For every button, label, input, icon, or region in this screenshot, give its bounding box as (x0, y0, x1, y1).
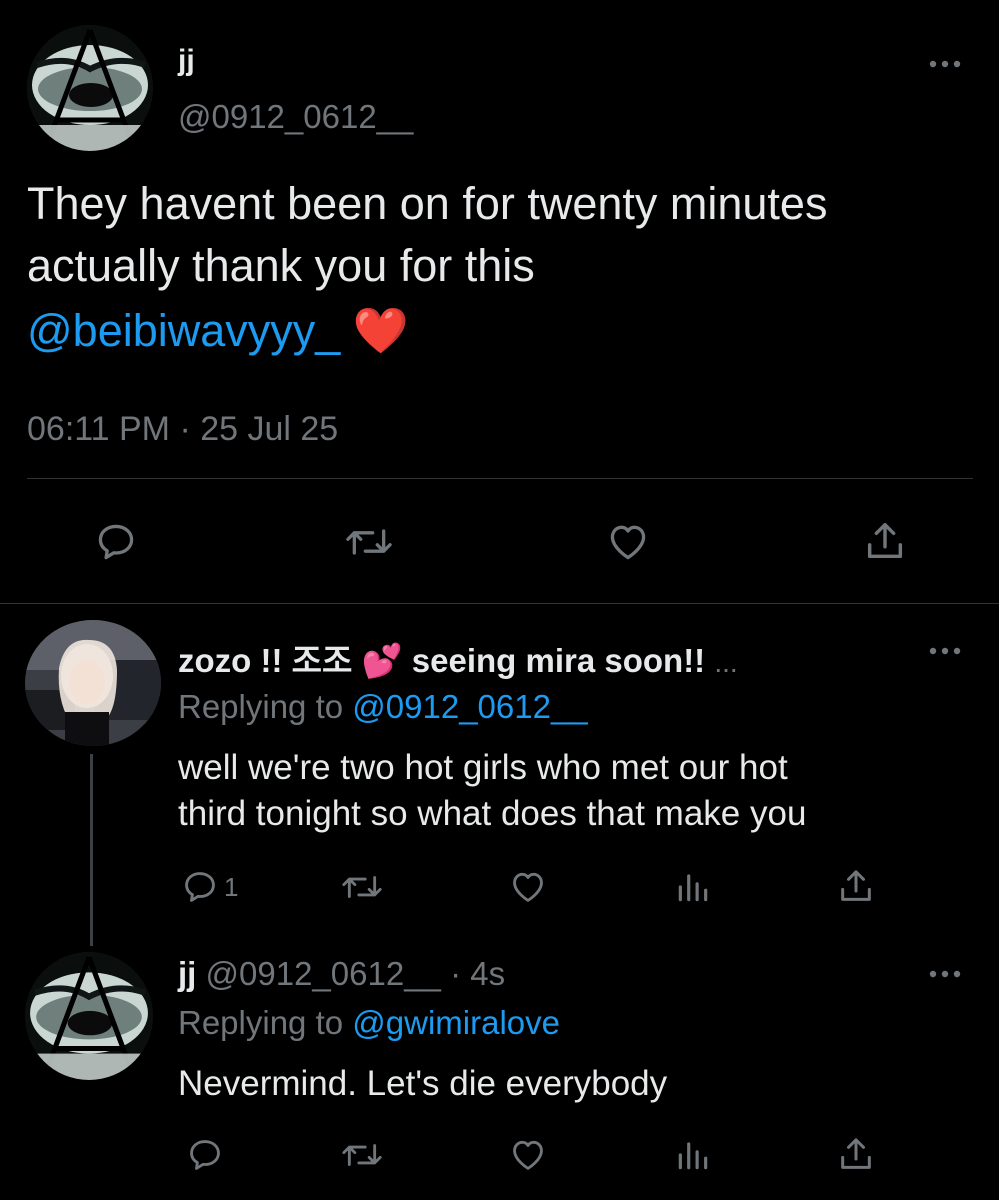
share-upload-icon (841, 870, 871, 901)
analytics-bars-icon (678, 874, 708, 902)
name-row: jj @0912_0612__ · 4s (178, 955, 505, 993)
retweet-button[interactable] (340, 1136, 384, 1174)
speech-bubble-icon (190, 1140, 220, 1170)
share-button[interactable] (836, 1134, 876, 1174)
display-name[interactable]: jj (178, 44, 195, 78)
replying-to-label: Replying to (178, 1004, 344, 1041)
like-button[interactable] (604, 520, 652, 564)
timestamp[interactable]: 06:11 PM · 25 Jul 25 (27, 410, 338, 449)
tweet-text-line-2: actually thank you for this (27, 240, 535, 291)
like-button[interactable] (507, 1136, 549, 1174)
divider (27, 478, 973, 479)
heart-icon (513, 872, 543, 902)
section-divider (0, 603, 999, 604)
retweet-button[interactable] (340, 868, 384, 906)
thread-connector-line (90, 754, 93, 946)
replying-to-handle[interactable]: @gwimiralove (352, 1004, 560, 1041)
ellipsis-icon (929, 647, 961, 655)
speech-bubble-icon (98, 524, 134, 560)
views-button[interactable] (673, 1136, 713, 1174)
tweet-text-line-1: They havent been on for twenty minutes (27, 178, 828, 229)
display-name[interactable]: jj (178, 955, 196, 992)
share-upload-icon (841, 1138, 871, 1169)
handle[interactable]: @0912_0612__ (206, 955, 441, 992)
display-name-row: zozo !! 조조 💕 seeing mira soon!! ... (178, 634, 738, 682)
reply-text-line-1: well we're two hot girls who met our hot (178, 748, 788, 787)
retweet-icon (346, 529, 392, 555)
reply-button[interactable] (185, 1136, 225, 1174)
share-button[interactable] (862, 518, 908, 564)
more-options-button[interactable] (928, 968, 962, 980)
avatar[interactable] (25, 620, 161, 746)
retweet-icon (342, 1144, 382, 1166)
share-button[interactable] (836, 866, 876, 906)
heart-emoji: ❤️ (352, 305, 409, 356)
reply-button[interactable]: 1 (180, 868, 238, 906)
replying-to: Replying to @gwimiralove (178, 1004, 560, 1042)
views-button[interactable] (673, 868, 713, 906)
ellipsis-icon (929, 970, 961, 978)
avatar[interactable] (25, 952, 153, 1080)
display-name[interactable]: zozo !! 조조 💕 seeing mira soon!! (178, 642, 705, 679)
mention-link[interactable]: @beibiwavyyy_ (27, 305, 340, 356)
speech-bubble-icon (185, 872, 215, 902)
retweet-icon (342, 876, 382, 898)
replying-to: Replying to @0912_0612__ (178, 688, 588, 726)
retweet-button[interactable] (344, 520, 394, 564)
reply-text: Nevermind. Let's die everybody (178, 1064, 668, 1103)
heart-icon (513, 1140, 543, 1170)
avatar[interactable] (27, 25, 153, 151)
reply-text-line-2: third tonight so what does that make you (178, 794, 807, 833)
more-options-button[interactable] (928, 58, 962, 70)
analytics-bars-icon (678, 1142, 708, 1170)
like-button[interactable] (507, 868, 549, 906)
share-upload-icon (867, 522, 903, 559)
more-options-button[interactable] (928, 645, 962, 657)
handle[interactable]: @0912_0612__ (178, 98, 413, 136)
tweet-text-line-3: @beibiwavyyy_ ❤️ (27, 304, 409, 357)
replying-to-label: Replying to (178, 688, 344, 725)
ellipsis-icon (929, 60, 961, 68)
replying-to-handle[interactable]: @0912_0612__ (352, 688, 587, 725)
relative-time[interactable]: · 4s (450, 955, 505, 992)
heart-icon (610, 525, 646, 560)
reply-count: 1 (224, 871, 239, 902)
reply-button[interactable] (93, 520, 139, 564)
name-truncation: ... (714, 647, 738, 678)
